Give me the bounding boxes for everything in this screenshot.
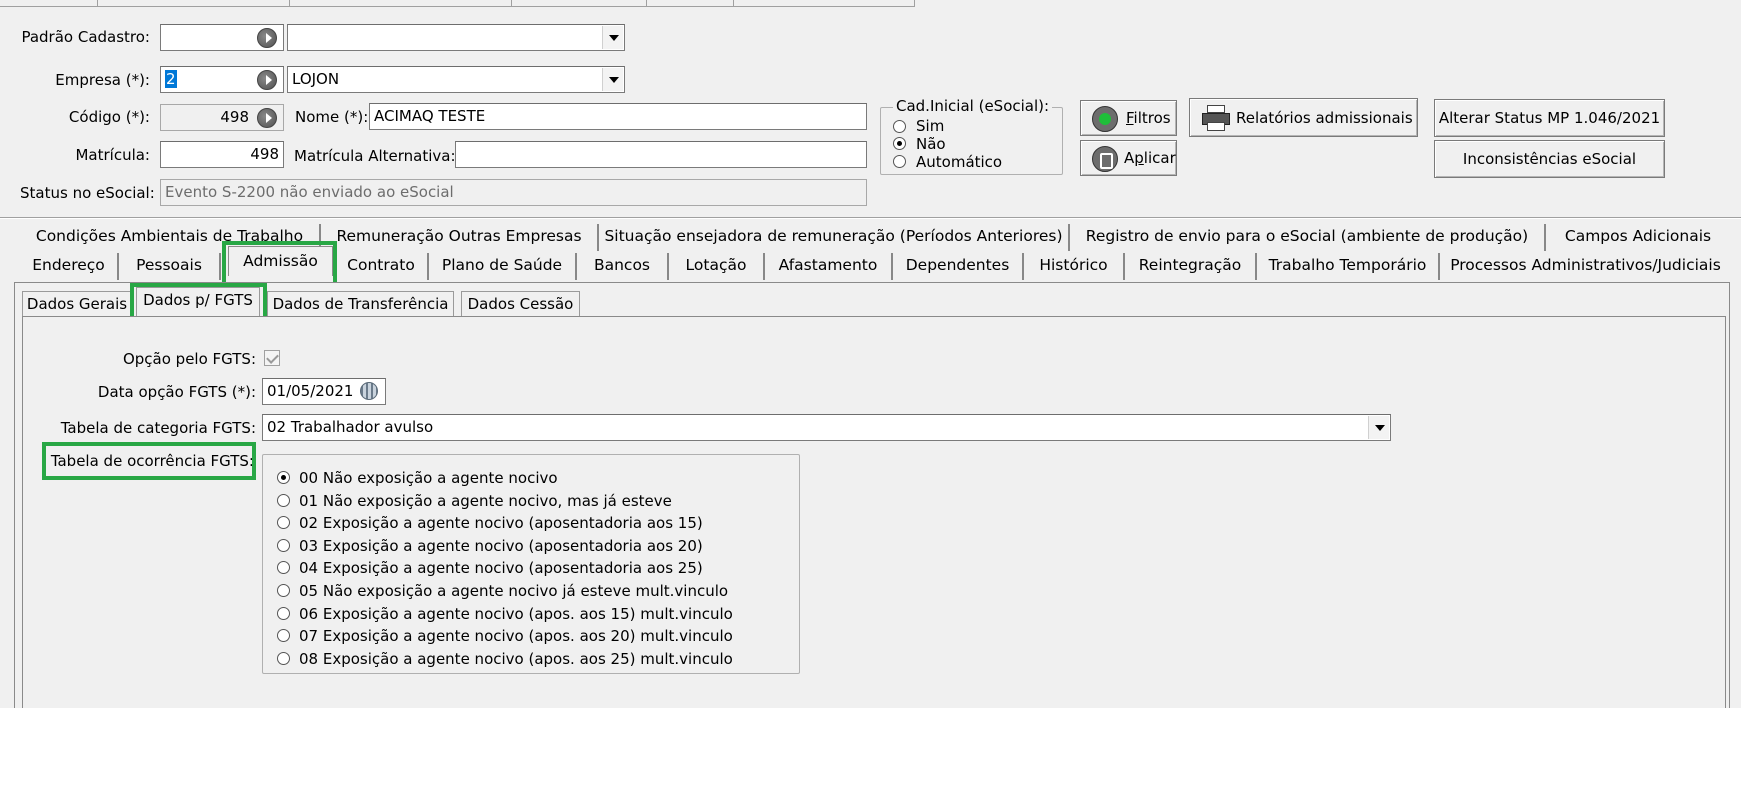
ocorrencia-radio[interactable] xyxy=(277,471,290,484)
subtab-dados-cessao[interactable]: Dados Cessão xyxy=(461,291,580,317)
ocorrencia-radio[interactable] xyxy=(277,516,290,530)
ocorrencia-radio[interactable] xyxy=(277,493,290,507)
tab-endereco[interactable]: Endereço xyxy=(20,253,119,280)
filtros-label: Filtros xyxy=(1126,109,1171,127)
ocorrencia-label: 00 Não exposição a agente nocivo xyxy=(299,469,558,487)
ocorrencia-label: 03 Exposição a agente nocivo (aposentado… xyxy=(299,536,703,555)
tab-contrato[interactable]: Contrato xyxy=(335,253,429,280)
data-opcao-fgts-label: Data opção FGTS (*): xyxy=(97,383,256,401)
tab-situacao-ensejadora[interactable]: Situação ensejadora de remuneração (Perí… xyxy=(599,224,1070,251)
ocorrencia-label: 01 Não exposição a agente nocivo, mas já… xyxy=(299,491,672,510)
cad-inicial-automatico-label: Automático xyxy=(916,153,1003,171)
padrao-lookup-icon[interactable] xyxy=(257,28,277,48)
categoria-fgts-label: Tabela de categoria FGTS: xyxy=(60,419,256,437)
ocorrencia-radio[interactable] xyxy=(277,538,290,552)
cad-inicial-sim-label: Sim xyxy=(916,117,945,135)
matricula-alternativa-label: Matrícula Alternativa: xyxy=(294,147,456,165)
ocorrencia-label: 06 Exposição a agente nocivo (apos. aos … xyxy=(299,604,733,623)
chevron-down-icon[interactable] xyxy=(602,68,623,91)
tab-trabalho-temporario[interactable]: Trabalho Temporário xyxy=(1257,253,1440,280)
aplicar-label: Aplicar xyxy=(1124,149,1176,167)
tab-campos-adicionais[interactable]: Campos Adicionais xyxy=(1546,224,1730,251)
status-esocial-label: Status no eSocial: xyxy=(20,184,155,202)
padrao-cadastro-combo[interactable] xyxy=(287,24,625,51)
ocorrencia-radio[interactable] xyxy=(277,584,290,597)
tab-reintegracao[interactable]: Reintegração xyxy=(1125,253,1257,280)
ocorrencia-radio[interactable] xyxy=(277,629,290,643)
ocorrencia-label: 07 Exposição a agente nocivo (apos. aos … xyxy=(299,627,733,646)
filter-icon xyxy=(1092,106,1118,132)
matricula-input[interactable]: 498 xyxy=(160,141,284,168)
tab-bancos[interactable]: Bancos xyxy=(577,253,669,280)
top-toolbar-strip xyxy=(0,0,915,7)
categoria-fgts-combo[interactable]: 02 Trabalhador avulso xyxy=(262,414,1391,441)
ocorrencia-radio[interactable] xyxy=(277,606,290,620)
alterar-status-button[interactable]: Alterar Status MP 1.046/2021 xyxy=(1434,99,1665,137)
apply-icon xyxy=(1092,146,1118,172)
ocorrencia-label: 04 Exposição a agente nocivo (aposentado… xyxy=(299,559,703,578)
chevron-down-icon[interactable] xyxy=(602,26,623,49)
tab-afastamento[interactable]: Afastamento xyxy=(765,253,893,280)
tab-lotacao[interactable]: Lotação xyxy=(669,253,765,280)
inconsistencias-esocial-button[interactable]: Inconsistências eSocial xyxy=(1434,140,1665,178)
ocorrencia-label: 05 Não exposição a agente nocivo já este… xyxy=(299,582,729,600)
ocorrencia-fgts-radiogroup: 00 Não exposição a agente nocivo 01 Não e… xyxy=(262,454,800,674)
cad-inicial-sim-radio[interactable] xyxy=(893,120,906,133)
codigo-label: Código (*): xyxy=(68,108,150,126)
aplicar-button[interactable]: Aplicar xyxy=(1080,140,1177,176)
padrao-cadastro-label: Padrão Cadastro: xyxy=(21,28,150,46)
matricula-alternativa-input[interactable] xyxy=(455,141,867,168)
cad-inicial-nao-radio[interactable] xyxy=(893,137,906,150)
relatorios-label: Relatórios admissionais xyxy=(1236,109,1413,127)
tab-registro-envio-esocial[interactable]: Registro de envio para o eSocial (ambien… xyxy=(1070,224,1546,251)
printer-icon xyxy=(1202,105,1230,131)
nome-input[interactable]: ACIMAQ TESTE xyxy=(369,103,867,130)
cad-inicial-title: Cad.Inicial (eSocial): xyxy=(893,98,1053,114)
categoria-fgts-value: 02 Trabalhador avulso xyxy=(267,418,434,436)
empresa-lookup-icon[interactable] xyxy=(257,70,277,90)
tab-plano-de-saude[interactable]: Plano de Saúde xyxy=(429,253,577,280)
subtab-dados-gerais[interactable]: Dados Gerais xyxy=(22,291,132,317)
ocorrencia-fgts-label-highlight xyxy=(42,442,256,480)
ocorrencia-radio[interactable] xyxy=(277,651,290,665)
status-esocial-field: Evento S-2200 não enviado ao eSocial xyxy=(160,179,867,206)
tab-historico[interactable]: Histórico xyxy=(1024,253,1125,280)
opcao-fgts-checkbox[interactable] xyxy=(264,350,280,366)
cad-inicial-nao-label: Não xyxy=(916,135,946,153)
calendar-icon[interactable] xyxy=(360,382,378,400)
filtros-button[interactable]: Filtros xyxy=(1080,100,1177,136)
opcao-fgts-label: Opção pelo FGTS: xyxy=(122,350,256,368)
subtab-dados-transferencia[interactable]: Dados de Transferência xyxy=(267,291,454,317)
empresa-value: LOJON xyxy=(292,70,340,88)
ocorrencia-radio[interactable] xyxy=(277,561,290,575)
tab-remuneracao-outras-empresas[interactable]: Remuneração Outras Empresas xyxy=(321,224,599,251)
ocorrencia-label: 08 Exposição a agente nocivo (apos. aos … xyxy=(299,649,733,668)
cad-inicial-automatico-radio[interactable] xyxy=(893,155,906,168)
ocorrencia-label: 02 Exposição a agente nocivo (aposentado… xyxy=(299,514,703,533)
nome-label: Nome (*): xyxy=(295,108,369,126)
header-separator xyxy=(0,217,1741,219)
tab-dependentes[interactable]: Dependentes xyxy=(893,253,1024,280)
empresa-code-value: 2 xyxy=(165,70,177,88)
admissao-tab-highlight xyxy=(222,241,337,288)
tab-pessoais[interactable]: Pessoais xyxy=(119,253,221,280)
codigo-lookup-icon[interactable] xyxy=(257,108,277,128)
empresa-label: Empresa (*): xyxy=(55,71,150,89)
data-opcao-fgts-value: 01/05/2021 xyxy=(267,382,354,400)
matricula-label: Matrícula: xyxy=(75,146,150,164)
relatorios-admissionais-button[interactable]: Relatórios admissionais xyxy=(1189,98,1418,137)
empresa-combo[interactable]: LOJON xyxy=(287,66,625,93)
tab-processos-administrativos[interactable]: Processos Administrativos/Judiciais xyxy=(1440,253,1731,280)
chevron-down-icon[interactable] xyxy=(1368,416,1389,439)
